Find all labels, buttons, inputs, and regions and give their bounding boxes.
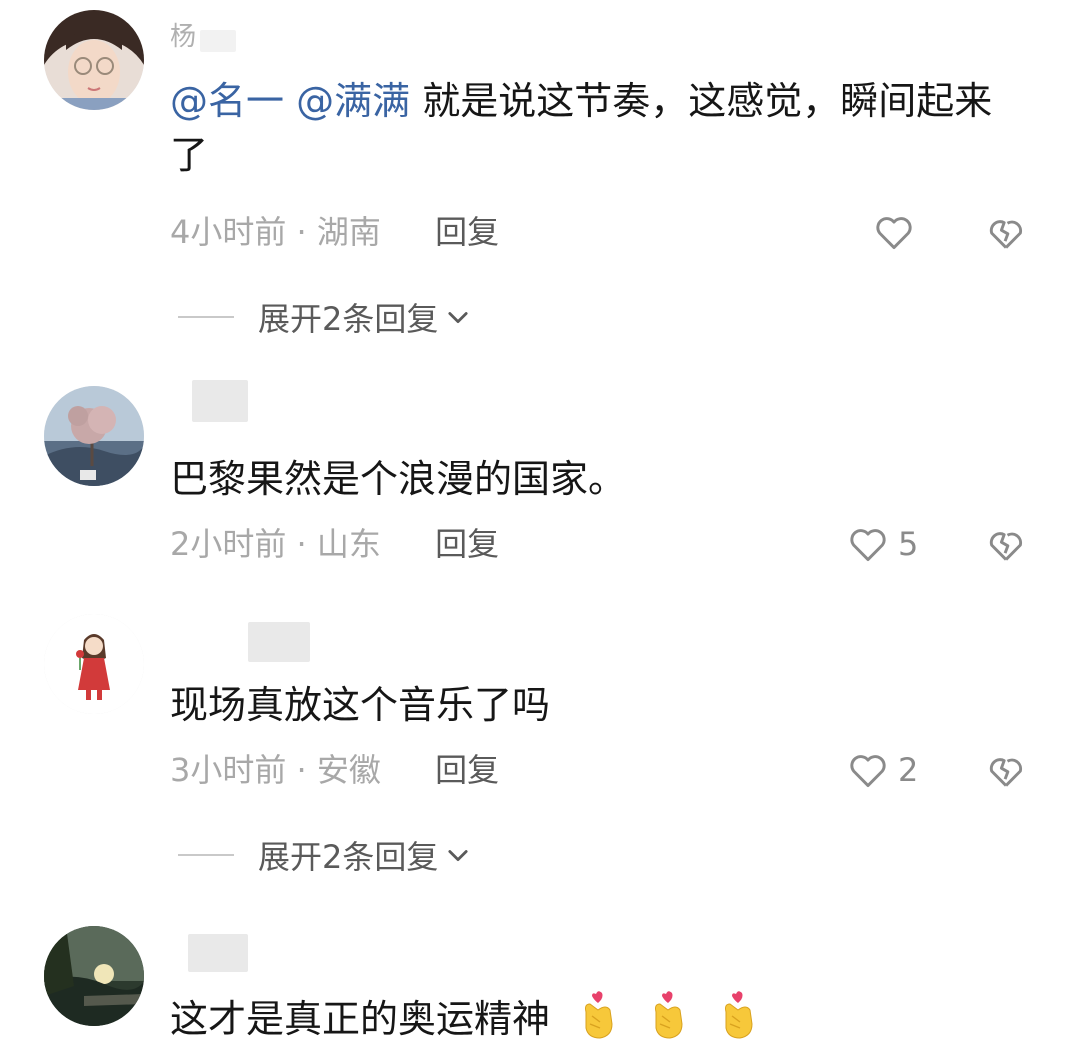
comment-text: @名一 @满满 就是说这节奏，这感觉，瞬间起来了 [170, 74, 1020, 182]
chevron-down-icon [448, 850, 468, 862]
like-button[interactable]: 2 [846, 748, 918, 792]
divider-line [178, 316, 234, 318]
chevron-down-icon [448, 312, 468, 324]
reply-button[interactable]: 回复 [435, 525, 499, 563]
meta-separator: · [296, 525, 307, 563]
like-count: 5 [898, 525, 919, 563]
comment-body: 这才是真正的奥运精神 [170, 997, 551, 1041]
mention-link[interactable]: @名一 [170, 79, 284, 123]
username[interactable]: 杨 [170, 16, 197, 53]
username-redaction[interactable] [248, 622, 310, 662]
comment-body: 现场真放这个音乐了吗 [170, 683, 551, 727]
broken-heart-icon [989, 220, 1023, 249]
mention-link[interactable]: @满满 [296, 79, 410, 123]
heart-icon [850, 755, 886, 788]
finger-heart-emoji [585, 991, 613, 1039]
username-redaction[interactable] [192, 380, 248, 422]
like-button[interactable] [872, 210, 924, 254]
broken-heart-icon [989, 758, 1023, 787]
comment-meta: 4小时前 · 湖南 回复 [170, 212, 499, 252]
expand-label: 展开2条回复 [258, 300, 439, 338]
dislike-button[interactable] [984, 522, 1028, 566]
comment-meta: 3小时前 · 安徽 回复 [170, 750, 499, 790]
comment-location: 湖南 [316, 213, 381, 251]
comment-location: 安徽 [316, 751, 381, 789]
comment-time: 3小时前 [170, 751, 287, 789]
comment-text: 现场真放这个音乐了吗 [170, 678, 1020, 732]
comment-body: 巴黎果然是个浪漫的国家。 [170, 457, 627, 501]
meta-separator: · [296, 213, 307, 251]
username-text: 杨 [170, 22, 198, 52]
heart-icon [850, 529, 886, 562]
comment-text: 巴黎果然是个浪漫的国家。 [170, 452, 1020, 506]
avatar[interactable] [44, 10, 144, 110]
divider-line [178, 854, 234, 856]
username-redaction [200, 30, 236, 52]
expand-replies-button[interactable]: 展开2条回复 [178, 832, 472, 878]
comment-time: 2小时前 [170, 525, 287, 563]
dislike-button[interactable] [984, 748, 1028, 792]
heart-icon [876, 217, 912, 250]
avatar[interactable] [44, 614, 144, 714]
like-count: 2 [898, 751, 919, 789]
reply-button[interactable]: 回复 [435, 213, 499, 251]
avatar[interactable] [44, 926, 144, 1026]
username-redaction[interactable] [188, 934, 248, 972]
comment-meta: 2小时前 · 山东 回复 [170, 524, 499, 564]
comment-body: 就是说这节奏，这感觉，瞬间起来了 [170, 79, 993, 177]
reply-button[interactable]: 回复 [435, 751, 499, 789]
dislike-button[interactable] [984, 210, 1028, 254]
comment-time: 4小时前 [170, 213, 287, 251]
broken-heart-icon [989, 532, 1023, 561]
comment-text: 这才是真正的奥运精神 [170, 990, 1020, 1046]
finger-heart-emoji [725, 991, 753, 1039]
meta-separator: · [296, 751, 307, 789]
expand-label: 展开2条回复 [258, 838, 439, 876]
like-button[interactable]: 5 [846, 522, 918, 566]
avatar[interactable] [44, 386, 144, 486]
finger-heart-emoji [655, 991, 683, 1039]
comment-location: 山东 [316, 525, 381, 563]
expand-replies-button[interactable]: 展开2条回复 [178, 294, 472, 340]
